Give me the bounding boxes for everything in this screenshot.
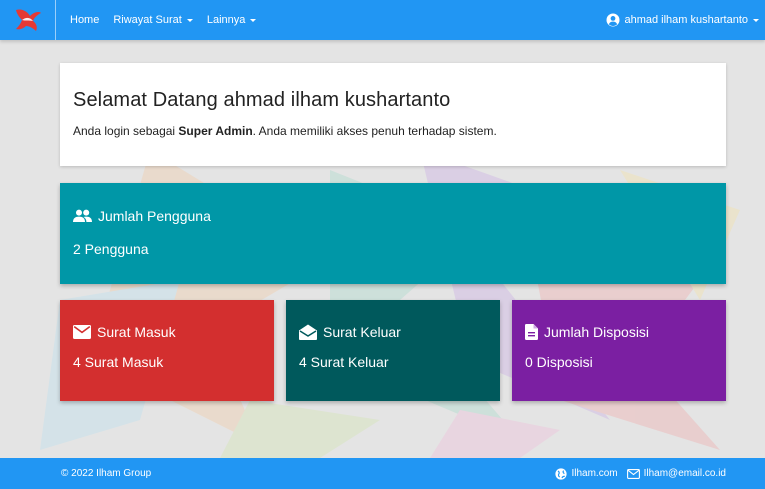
card-title: Jumlah Pengguna <box>73 208 726 224</box>
card-title-label: Jumlah Pengguna <box>98 208 211 224</box>
card-value: 2 Pengguna <box>73 241 149 257</box>
users-icon <box>73 209 92 222</box>
top-navbar: Home Riwayat Surat Lainnya ahmad ilham k… <box>0 0 765 40</box>
card-value: 0 Disposisi <box>525 354 593 370</box>
envelope-outline-icon <box>626 468 640 479</box>
footer-email-link[interactable]: Ilham@email.co.id <box>626 468 726 479</box>
card-title-label: Jumlah Disposisi <box>544 324 650 340</box>
nav-lainnya[interactable]: Lainnya <box>207 14 257 26</box>
card-jumlah-disposisi[interactable]: Jumlah Disposisi 0 Disposisi <box>512 300 726 401</box>
user-menu[interactable]: ahmad ilham kushartanto <box>606 13 759 27</box>
welcome-heading: Selamat Datang ahmad ilham kushartanto <box>73 89 451 111</box>
card-title-label: Surat Masuk <box>97 324 176 340</box>
page-footer: © 2022 Ilham Group Ilham.com Ilham@email… <box>0 458 765 489</box>
card-title-label: Surat Keluar <box>323 324 401 340</box>
file-icon <box>525 324 538 340</box>
welcome-text-after: . Anda memiliki akses penuh terhadap sis… <box>252 124 497 138</box>
nav-home-label: Home <box>70 14 100 26</box>
caret-down-icon <box>250 18 257 22</box>
footer-website-link[interactable]: Ilham.com <box>555 467 618 480</box>
user-role: Super Admin <box>178 124 253 138</box>
card-surat-masuk[interactable]: Surat Masuk 4 Surat Masuk <box>60 300 274 401</box>
website-text: Ilham.com <box>571 468 618 479</box>
card-title: Surat Masuk <box>73 324 274 340</box>
welcome-panel: Selamat Datang ahmad ilham kushartanto A… <box>60 63 726 166</box>
card-surat-keluar[interactable]: Surat Keluar 4 Surat Keluar <box>286 300 500 401</box>
card-value: 4 Surat Keluar <box>299 354 389 370</box>
email-text: Ilham@email.co.id <box>643 468 726 479</box>
welcome-message: Anda login sebagai Super Admin. Anda mem… <box>73 124 713 138</box>
globe-icon <box>555 467 568 480</box>
caret-down-icon <box>753 18 759 22</box>
abstract-bird-logo-icon <box>15 9 41 31</box>
footer-links: Ilham.com Ilham@email.co.id <box>555 467 726 480</box>
caret-down-icon <box>186 18 193 22</box>
welcome-text-before: Anda login sebagai <box>73 124 179 138</box>
nav-riwayat-surat[interactable]: Riwayat Surat <box>113 14 193 26</box>
nav-lainnya-label: Lainnya <box>206 14 246 26</box>
nav-home[interactable]: Home <box>70 14 99 26</box>
card-jumlah-pengguna[interactable]: Jumlah Pengguna 2 Pengguna <box>60 183 726 284</box>
nav-riwayat-surat-label: Riwayat Surat <box>113 14 182 26</box>
user-circle-icon <box>606 13 620 27</box>
card-title: Surat Keluar <box>299 324 500 340</box>
user-name: ahmad ilham kushartanto <box>624 14 748 26</box>
card-title: Jumlah Disposisi <box>525 324 726 340</box>
envelope-open-icon <box>299 324 317 340</box>
envelope-icon <box>73 325 91 339</box>
copyright-text: © 2022 Ilham Group <box>61 468 152 479</box>
card-value: 4 Surat Masuk <box>73 354 164 370</box>
brand-logo[interactable] <box>0 0 56 40</box>
